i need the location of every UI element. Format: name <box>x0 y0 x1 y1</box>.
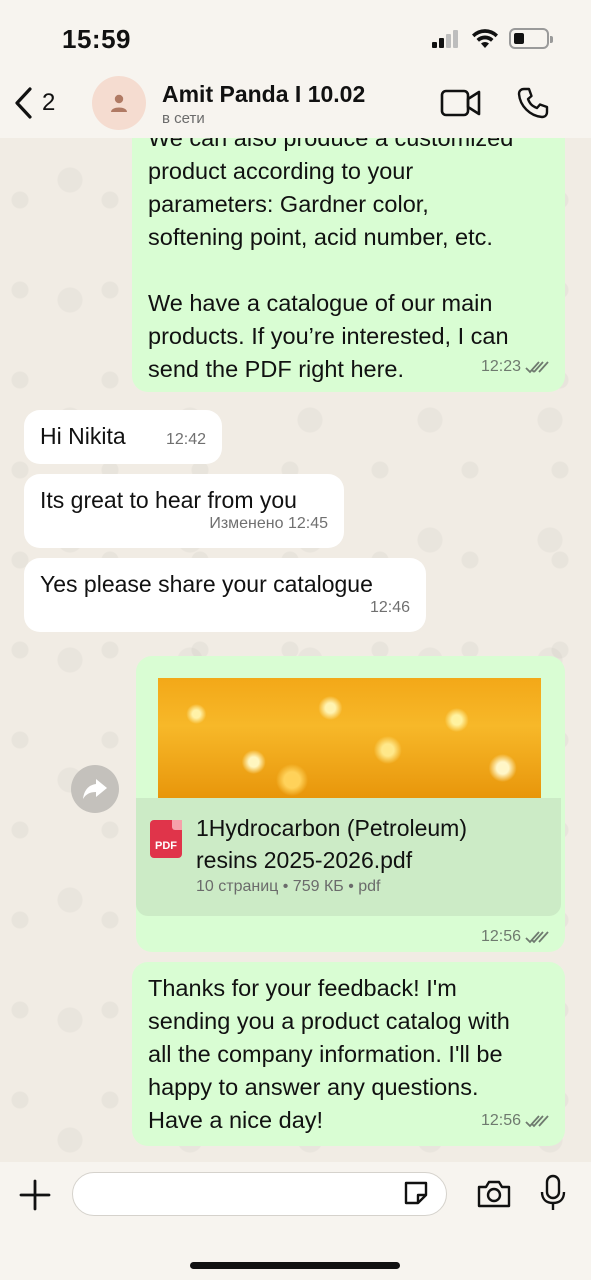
message-bubble-incoming[interactable]: Hi Nikita 12:42 <box>24 410 222 464</box>
message-bubble-incoming[interactable]: Its great to hear from you Изменено 12:4… <box>24 474 344 548</box>
double-check-icon <box>525 360 549 373</box>
message-time: 12:23 <box>480 358 521 375</box>
composer-bar <box>0 1162 591 1280</box>
phone-icon <box>517 87 549 119</box>
unread-count: 2 <box>42 89 56 116</box>
message-time: Изменено 12:45 <box>209 515 328 532</box>
double-check-icon <box>525 1114 549 1127</box>
status-time: 15:59 <box>62 24 131 54</box>
chevron-left-icon <box>15 87 32 119</box>
message-time: 12:46 <box>369 599 410 616</box>
video-camera-icon <box>440 89 481 117</box>
video-call-button[interactable] <box>440 88 482 123</box>
message-meta: 12:46 <box>370 591 410 624</box>
message-meta: Изменено 12:45 <box>209 507 328 540</box>
document-preview-image[interactable] <box>158 678 541 798</box>
person-icon <box>111 94 127 112</box>
message-time: 12:56 <box>480 1112 521 1129</box>
message-text: Yes please share your catalogue <box>40 571 373 597</box>
pdf-file-icon: PDF <box>150 820 182 858</box>
message-meta: 12:56 <box>481 1104 551 1137</box>
status-bar: 15:59 <box>0 0 591 72</box>
back-button[interactable]: 2 <box>12 86 55 120</box>
avatar[interactable] <box>92 76 146 130</box>
document-info[interactable]: PDF 1Hydrocarbon (Petroleum) resins 2025… <box>136 798 561 916</box>
message-text: We can also produce a customized product… <box>148 138 514 382</box>
message-bubble-incoming[interactable]: Yes please share your catalogue 12:46 <box>24 558 426 632</box>
battery-icon <box>509 28 553 49</box>
contact-status: в сети <box>162 110 205 127</box>
message-time: 12:42 <box>165 431 206 448</box>
chat-header: 2 Amit Panda I 10.02 в сети <box>0 72 591 138</box>
attach-button[interactable] <box>18 1178 52 1217</box>
sticker-button[interactable] <box>402 1179 430 1212</box>
cellular-signal-icon <box>432 30 462 48</box>
message-time: 12:56 <box>480 928 521 945</box>
message-meta: 12:56 <box>481 928 551 946</box>
forward-arrow-icon <box>83 779 107 799</box>
message-meta: 12:42 <box>166 423 206 456</box>
sticker-icon <box>404 1181 428 1205</box>
document-name: 1Hydrocarbon (Petroleum) resins 2025-202… <box>196 815 468 873</box>
message-list[interactable]: We can also produce a customized product… <box>0 138 591 1162</box>
double-check-icon <box>525 931 549 944</box>
plus-icon <box>19 1179 51 1211</box>
message-meta: 12:23 <box>481 350 551 383</box>
message-bubble-outgoing[interactable]: We can also produce a customized product… <box>132 138 565 392</box>
home-indicator <box>190 1262 400 1269</box>
microphone-icon <box>540 1174 566 1210</box>
document-details: 10 страниц • 759 КБ • pdf <box>196 878 381 895</box>
message-bubble-outgoing[interactable]: Thanks for your feedback! I'm sending yo… <box>132 962 565 1146</box>
pdf-icon-label: PDF <box>155 840 177 852</box>
document-message[interactable]: PDF 1Hydrocarbon (Petroleum) resins 2025… <box>136 656 565 952</box>
camera-icon <box>477 1180 511 1208</box>
voice-call-button[interactable] <box>516 86 550 125</box>
contact-name[interactable]: Amit Panda I 10.02 <box>162 81 365 108</box>
camera-button[interactable] <box>476 1178 512 1215</box>
microphone-button[interactable] <box>540 1174 566 1217</box>
message-input[interactable] <box>72 1172 447 1216</box>
wifi-icon <box>471 27 499 54</box>
forward-button[interactable] <box>71 765 119 813</box>
